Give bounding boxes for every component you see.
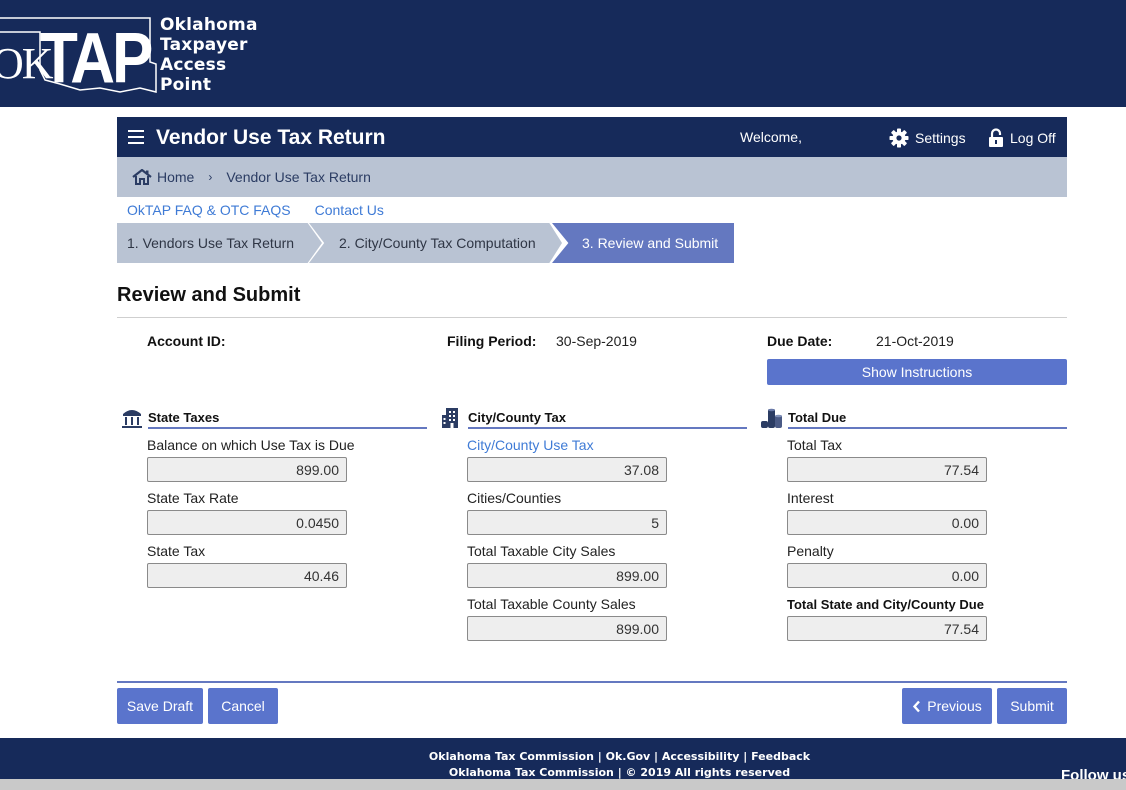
footer-copyright: Oklahoma Tax Commission | © 2019 All rig… xyxy=(448,766,791,779)
breadcrumb-current: Vendor Use Tax Return xyxy=(226,169,371,185)
taxable-county-sales-input[interactable] xyxy=(467,616,667,641)
filing-period-value: 30-Sep-2019 xyxy=(556,333,637,349)
help-links: OkTAP FAQ & OTC FAQS Contact Us xyxy=(127,202,384,218)
actions-divider xyxy=(117,681,1067,683)
previous-label: Previous xyxy=(927,698,982,714)
grand-total-label: Total State and City/County Due xyxy=(787,597,984,612)
section-title: Review and Submit xyxy=(117,284,301,306)
interest-input[interactable] xyxy=(787,510,987,535)
home-icon xyxy=(132,169,152,185)
hamburger-menu-icon[interactable] xyxy=(128,130,144,144)
breadcrumb-separator: › xyxy=(208,170,213,184)
state-taxes-title: State Taxes xyxy=(148,407,427,429)
total-tax-label: Total Tax xyxy=(787,437,842,453)
logo-word: Point xyxy=(160,75,212,95)
previous-button[interactable]: Previous xyxy=(902,688,992,724)
footer-link-feedback[interactable]: Feedback xyxy=(751,750,810,763)
penalty-input[interactable] xyxy=(787,563,987,588)
due-date-value: 21-Oct-2019 xyxy=(876,333,954,349)
section-divider xyxy=(117,317,1067,318)
building-icon xyxy=(440,407,464,429)
app-header: Vendor Use Tax Return Welcome, Settings xyxy=(117,117,1067,157)
logo-word: Oklahoma xyxy=(160,15,258,35)
balance-label: Balance on which Use Tax is Due xyxy=(147,437,355,453)
state-tax-rate-input[interactable] xyxy=(147,510,347,535)
step-3-tab[interactable]: 3. Review and Submit xyxy=(552,223,734,263)
taxable-city-sales-input[interactable] xyxy=(467,563,667,588)
logo-words: Oklahoma Taxpayer Access Point xyxy=(160,15,258,95)
settings-button[interactable]: Settings xyxy=(889,128,966,148)
save-draft-button[interactable]: Save Draft xyxy=(117,688,203,724)
page-footer: Oklahoma Tax Commission | Ok.Gov | Acces… xyxy=(0,738,1126,784)
penalty-label: Penalty xyxy=(787,543,834,559)
oktap-logo[interactable]: OK TAP Oklahoma Taxpayer Access Point xyxy=(0,12,270,98)
footer-link-accessibility[interactable]: Accessibility xyxy=(662,750,740,763)
city-county-use-tax-link[interactable]: City/County Use Tax xyxy=(467,437,594,453)
contact-us-link[interactable]: Contact Us xyxy=(315,202,384,218)
balance-input[interactable] xyxy=(147,457,347,482)
breadcrumb-home[interactable]: Home xyxy=(132,169,194,185)
state-taxes-header: State Taxes xyxy=(120,405,427,429)
logo-word: Access xyxy=(160,55,227,75)
taxable-county-sales-label: Total Taxable County Sales xyxy=(467,596,636,612)
state-tax-rate-label: State Tax Rate xyxy=(147,490,239,506)
welcome-text: Welcome, xyxy=(740,129,802,145)
top-banner: OK TAP Oklahoma Taxpayer Access Point xyxy=(0,0,1126,107)
bank-icon xyxy=(120,407,144,429)
faq-link[interactable]: OkTAP FAQ & OTC FAQS xyxy=(127,202,291,218)
coins-icon xyxy=(760,407,784,429)
footer-separator: | xyxy=(593,750,606,763)
total-due-title: Total Due xyxy=(788,407,1067,429)
cities-counties-input[interactable] xyxy=(467,510,667,535)
footer-link-otc[interactable]: Oklahoma Tax Commission xyxy=(429,750,594,763)
footer-links: Oklahoma Tax Commission | Ok.Gov | Acces… xyxy=(0,750,1126,763)
account-id-label: Account ID: xyxy=(147,333,226,349)
logo-tap-text: TAP xyxy=(40,19,153,99)
city-county-use-tax-input[interactable] xyxy=(467,457,667,482)
lock-icon xyxy=(989,128,1003,147)
log-off-button[interactable]: Log Off xyxy=(988,128,1056,148)
cities-counties-label: Cities/Counties xyxy=(467,490,562,506)
breadcrumb: Home › Vendor Use Tax Return xyxy=(117,157,1067,197)
wizard-steps: 1. Vendors Use Tax Return 2. City/County… xyxy=(117,223,737,263)
step-1-tab[interactable]: 1. Vendors Use Tax Return xyxy=(117,223,322,263)
breadcrumb-home-label: Home xyxy=(157,169,195,185)
step-2-tab[interactable]: 2. City/County Tax Computation xyxy=(309,223,562,263)
due-date-label: Due Date: xyxy=(767,333,833,349)
gear-icon xyxy=(889,128,909,148)
cancel-button[interactable]: Cancel xyxy=(208,688,278,724)
submit-button[interactable]: Submit xyxy=(997,688,1067,724)
city-county-header: City/County Tax xyxy=(440,405,747,429)
footer-separator: | xyxy=(739,750,752,763)
settings-label: Settings xyxy=(915,130,966,146)
log-off-label: Log Off xyxy=(1010,130,1056,146)
interest-label: Interest xyxy=(787,490,834,506)
footer-link-okgov[interactable]: Ok.Gov xyxy=(606,750,651,763)
chevron-left-icon xyxy=(913,700,921,712)
total-due-header: Total Due xyxy=(760,405,1067,429)
footer-separator: | xyxy=(650,750,662,763)
taxable-city-sales-label: Total Taxable City Sales xyxy=(467,543,616,559)
state-tax-input[interactable] xyxy=(147,563,347,588)
horizontal-scrollbar[interactable] xyxy=(0,779,1126,790)
grand-total-input[interactable] xyxy=(787,616,987,641)
page-title: Vendor Use Tax Return xyxy=(156,126,386,149)
state-tax-label: State Tax xyxy=(147,543,206,559)
total-tax-input[interactable] xyxy=(787,457,987,482)
show-instructions-button[interactable]: Show Instructions xyxy=(767,359,1067,385)
city-county-title: City/County Tax xyxy=(468,407,747,429)
filing-period-label: Filing Period: xyxy=(447,333,537,349)
logo-word: Taxpayer xyxy=(160,35,248,55)
